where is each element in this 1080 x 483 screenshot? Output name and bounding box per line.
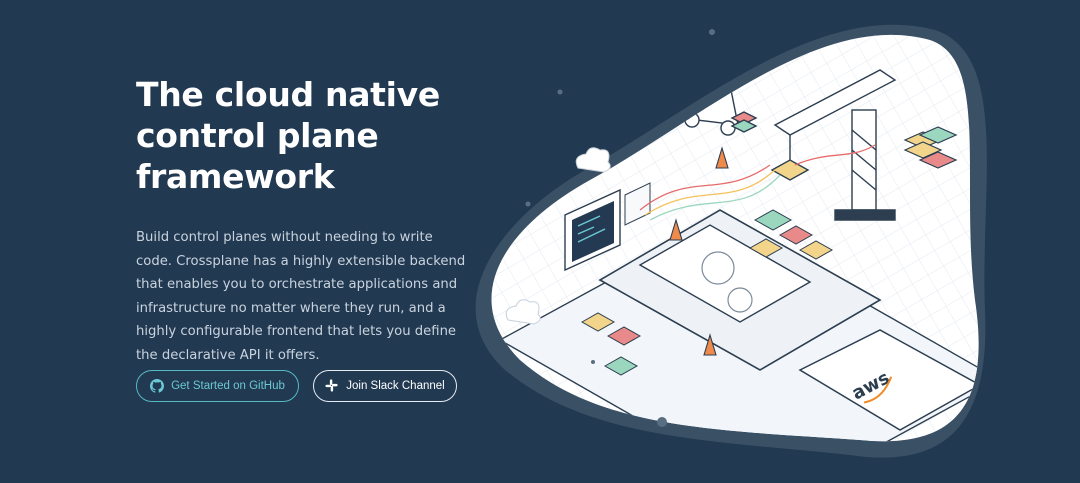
slack-button-label: Join Slack Channel xyxy=(346,380,445,392)
hero-illustration: aws xyxy=(470,0,1080,483)
join-slack-button[interactable]: Join Slack Channel xyxy=(313,370,457,402)
hero-title: The cloud native control plane framework xyxy=(136,75,440,196)
slack-icon xyxy=(325,379,339,393)
hero-description: Build control planes without needing to … xyxy=(136,230,466,363)
github-icon xyxy=(150,379,165,393)
hero-section: The cloud native control plane framework… xyxy=(0,0,1080,483)
github-button-label: Get Started on GitHub xyxy=(171,380,285,392)
get-started-github-button[interactable]: Get Started on GitHub xyxy=(136,370,299,402)
hero-buttons: Get Started on GitHub Join Slack Channel xyxy=(136,370,457,402)
hero-text: The cloud native control plane framework… xyxy=(136,74,476,367)
